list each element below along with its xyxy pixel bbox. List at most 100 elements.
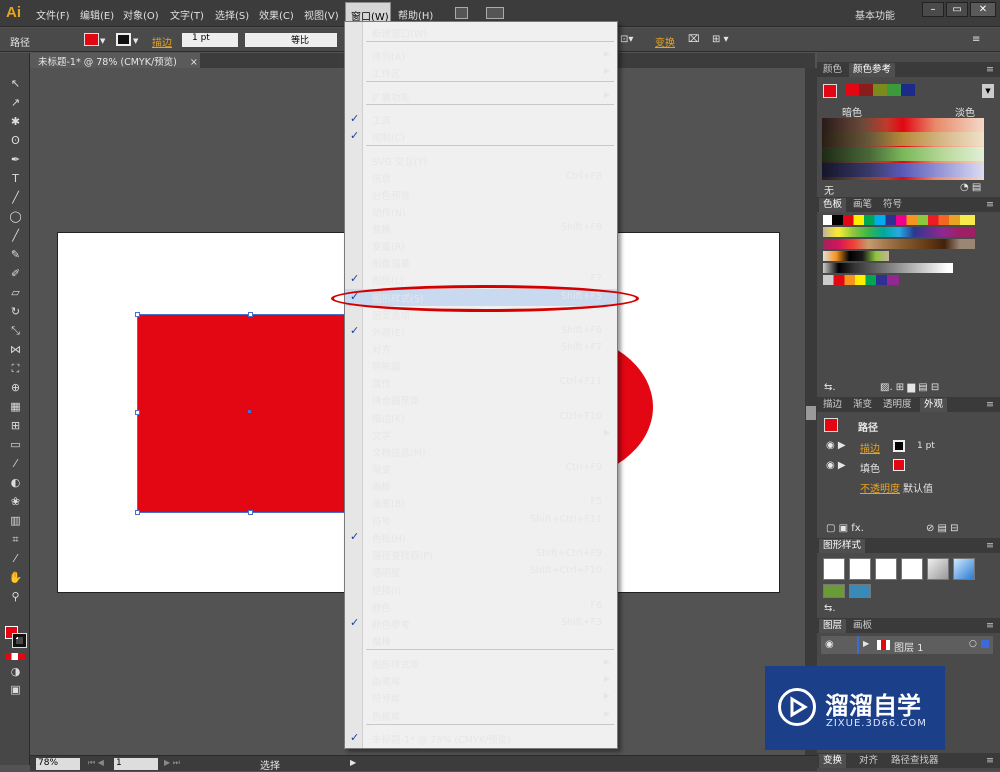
menu-item[interactable]: 符号库 ▶ — [345, 689, 617, 706]
menu-item[interactable]: 图像描摹 — [345, 254, 617, 271]
visibility-eye-icon[interactable]: ◉ ▶ — [826, 440, 846, 451]
menu-item[interactable]: 链接(I) — [345, 581, 617, 598]
graphic-style-swatch[interactable] — [927, 558, 949, 580]
panel-menu-icon[interactable]: ≡ — [982, 539, 998, 553]
zoom-tool-icon[interactable]: ⚲ — [8, 590, 23, 603]
harmony-swatch[interactable] — [859, 84, 873, 96]
menu-view[interactable]: 视图(V) — [304, 7, 339, 22]
graphic-style-swatch[interactable] — [849, 558, 871, 580]
stroke-dropdown-icon[interactable]: ▼ — [133, 37, 138, 45]
artboard-tool-icon[interactable]: ⌗ — [8, 533, 23, 546]
blend-tool-icon[interactable]: ◐ — [8, 476, 23, 489]
menu-item[interactable]: 文字 ▶ — [345, 426, 617, 443]
menu-item[interactable]: ✓ 颜色参考 Shift+F3 — [345, 615, 617, 632]
menu-item[interactable]: 分色预览 — [345, 186, 617, 203]
menu-item[interactable]: 颜色 F6 — [345, 598, 617, 615]
color-guide-row[interactable] — [822, 163, 984, 177]
menu-item[interactable]: 符号 Shift+Ctrl+F11 — [345, 512, 617, 529]
menu-item[interactable]: 工作区 ▶ — [345, 64, 617, 81]
bridge-icon[interactable] — [455, 7, 468, 19]
menu-item[interactable]: 拼合器预览 — [345, 391, 617, 408]
appearance-stroke-label[interactable]: 描边 — [860, 440, 880, 455]
panel-menu-icon[interactable]: ≡ — [982, 619, 998, 633]
document-tab[interactable]: 未标题-1* @ 78% (CMYK/预览) × — [30, 53, 200, 68]
graphic-style-swatch[interactable] — [953, 558, 975, 580]
maximize-button[interactable]: ▭ — [946, 2, 968, 17]
width-tool-icon[interactable]: ⋈ — [8, 343, 23, 356]
swatch-row[interactable] — [823, 239, 975, 249]
tab-symbols[interactable]: 符号 — [879, 198, 906, 212]
swatch-actions-icon[interactable]: ▨. ⊞ ▆ ▤ ⊟ — [880, 382, 939, 393]
column-graph-tool-icon[interactable]: ▥ — [8, 514, 23, 527]
selection-bounding-box[interactable] — [137, 314, 346, 513]
tab-swatches[interactable]: 色板 — [819, 198, 847, 212]
harmony-swatch[interactable] — [873, 84, 887, 96]
menu-item[interactable]: 路径查找器(P) Shift+Ctrl+F9 — [345, 546, 617, 563]
menu-item[interactable]: 扩展功能 ▶ — [345, 88, 617, 105]
layer-name[interactable]: 图层 1 — [894, 639, 924, 654]
tab-gradient[interactable]: 渐变 — [849, 398, 876, 412]
tab-transparency[interactable]: 透明度 — [879, 398, 916, 412]
eyedropper-tool-icon[interactable]: ⁄ — [8, 457, 23, 470]
stroke-color-box[interactable] — [12, 633, 27, 648]
menu-select[interactable]: 选择(S) — [215, 7, 249, 22]
fill-swatch[interactable] — [84, 33, 99, 46]
menu-item[interactable]: 变量(R) — [345, 237, 617, 254]
menu-help[interactable]: 帮助(H) — [398, 7, 433, 22]
color-mode-buttons[interactable] — [5, 653, 25, 660]
rotate-tool-icon[interactable]: ↻ — [8, 305, 23, 318]
scale-tool-icon[interactable]: ⤡ — [8, 324, 23, 337]
menu-item[interactable]: 透明度 Shift+Ctrl+F10 — [345, 563, 617, 580]
tab-transform[interactable]: 变换 — [819, 754, 847, 768]
fill-dropdown-icon[interactable]: ▼ — [100, 37, 105, 45]
line-tool-icon[interactable]: ╱ — [8, 191, 23, 204]
stroke-swatch[interactable] — [116, 33, 131, 46]
graphic-style-swatch[interactable] — [849, 584, 871, 598]
control-menu-icon[interactable]: ≡ — [972, 34, 980, 45]
graphic-style-swatch[interactable] — [901, 558, 923, 580]
menu-item[interactable]: ✓ 工具 — [345, 111, 617, 128]
menu-item[interactable]: 文档信息(M) — [345, 443, 617, 460]
harmony-swatch[interactable] — [845, 84, 859, 96]
menu-effect[interactable]: 效果(C) — [259, 7, 294, 22]
menu-edit[interactable]: 编辑(E) — [80, 7, 114, 22]
menu-item[interactable]: 导航器 — [345, 357, 617, 374]
transform-link[interactable]: 变换 — [655, 34, 675, 49]
tab-color-guide[interactable]: 颜色参考 — [849, 63, 896, 77]
menu-item[interactable]: ✓ 色板(H) — [345, 529, 617, 546]
selection-handle[interactable] — [135, 410, 140, 415]
appearance-delete-icon[interactable]: ⊘ ▤ ⊟ — [926, 523, 959, 534]
tab-color[interactable]: 颜色 — [819, 63, 846, 77]
save-color-group-icon[interactable]: ◔ ▤ — [960, 182, 981, 193]
menu-item[interactable]: 画笔(B) F5 — [345, 494, 617, 511]
harmony-swatch[interactable] — [887, 84, 901, 96]
menu-item[interactable]: 描边(K) Ctrl+F10 — [345, 409, 617, 426]
menu-item[interactable]: 新建窗口(W) — [345, 24, 617, 41]
mesh-tool-icon[interactable]: ⊞ — [8, 419, 23, 432]
graphic-style-swatch[interactable] — [875, 558, 897, 580]
paintbrush-tool-icon[interactable]: ╱ — [8, 229, 23, 242]
tab-align[interactable]: 对齐 — [855, 754, 882, 768]
panel-menu-icon[interactable]: ≡ — [982, 754, 998, 768]
workspace-switcher[interactable]: 基本功能 — [855, 7, 895, 22]
align-icon[interactable]: ⊡▾ — [620, 34, 633, 45]
menu-item[interactable]: 魔棒 — [345, 632, 617, 649]
stroke-weight-input[interactable]: 1 pt — [182, 33, 238, 47]
menu-item[interactable]: 变换 Shift+F8 — [345, 220, 617, 237]
menu-item[interactable]: 画笔库 ▶ — [345, 672, 617, 689]
selection-tool-icon[interactable]: ↖ — [8, 77, 23, 90]
swatch-library-icon[interactable]: ⇆. — [824, 382, 836, 393]
menu-item[interactable]: 属性 Ctrl+F11 — [345, 374, 617, 391]
menu-item[interactable]: 图形样式库 ▶ — [345, 655, 617, 672]
graphic-style-default[interactable] — [823, 558, 845, 580]
menu-item[interactable]: 信息 Ctrl+F8 — [345, 169, 617, 186]
menu-item[interactable]: ✓ 控制(C) — [345, 128, 617, 145]
gradient-tool-icon[interactable]: ▭ — [8, 438, 23, 451]
status-menu-arrow-icon[interactable]: ▶ — [350, 758, 356, 767]
tab-graphic-styles[interactable]: 图形样式 — [819, 539, 866, 553]
artboard-number-select[interactable]: 1 — [114, 758, 158, 770]
isolate-icon[interactable]: ⌧ — [688, 34, 700, 45]
swatch-row[interactable] — [823, 227, 975, 237]
stroke-label[interactable]: 描边 — [152, 34, 172, 49]
panel-menu-icon[interactable]: ≡ — [982, 198, 998, 212]
